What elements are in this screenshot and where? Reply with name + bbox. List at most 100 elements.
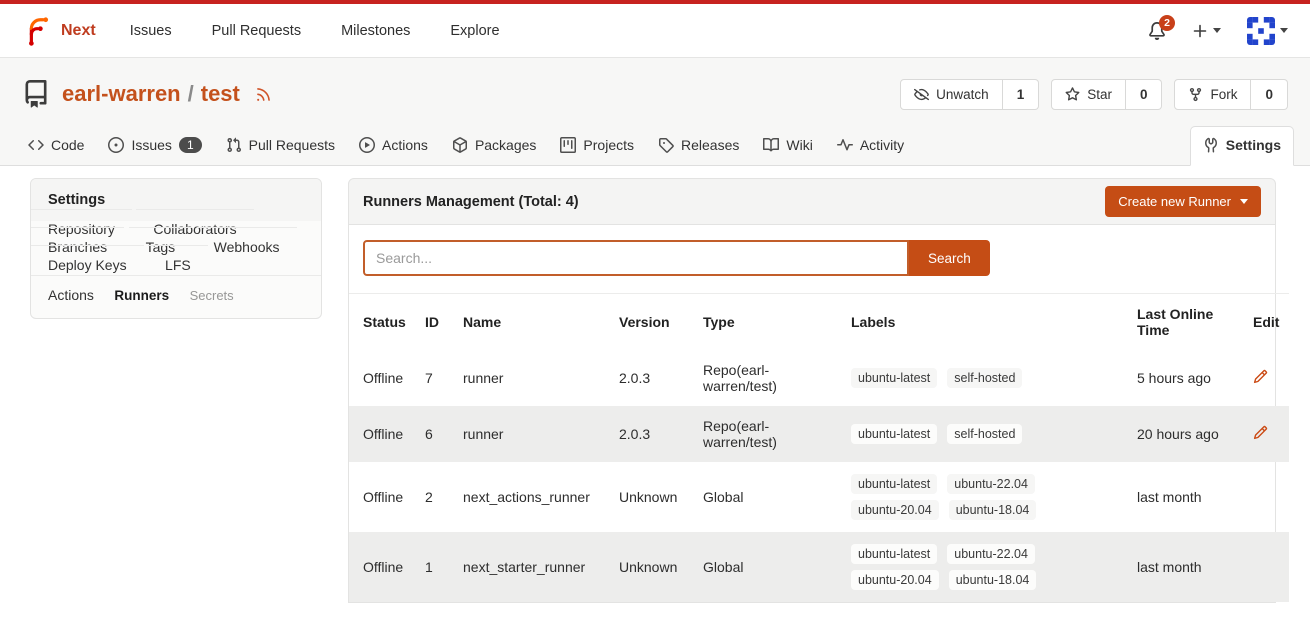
stars-count[interactable]: 0 bbox=[1126, 79, 1163, 110]
label-badge: ubuntu-latest bbox=[851, 368, 937, 388]
pencil-icon bbox=[1253, 425, 1268, 440]
sidebar-item-webhooks[interactable]: Webhooks bbox=[197, 227, 297, 266]
runner-type: Repo(earl-warren/test) bbox=[695, 350, 843, 406]
sidebar-item-lfs[interactable]: LFS bbox=[148, 245, 208, 284]
panel-title: Runners Management (Total: 4) bbox=[363, 194, 579, 210]
tab-code[interactable]: Code bbox=[16, 127, 96, 165]
nav-issues[interactable]: Issues bbox=[130, 23, 172, 39]
tab-issues[interactable]: Issues 1 bbox=[96, 127, 213, 165]
search-input[interactable] bbox=[363, 240, 909, 276]
label-badge: ubuntu-20.04 bbox=[851, 500, 939, 520]
tab-settings[interactable]: Settings bbox=[1190, 126, 1294, 166]
runner-last-online: last month bbox=[1129, 532, 1245, 602]
sidebar-item-secrets[interactable]: Secrets bbox=[174, 288, 234, 303]
navbar-right: 2 bbox=[1148, 17, 1288, 45]
col-version: Version bbox=[611, 294, 695, 351]
star-button[interactable]: Star bbox=[1051, 79, 1126, 110]
table-row: Offline 1 next_starter_runner Unknown Gl… bbox=[349, 532, 1289, 602]
runner-labels: ubuntu-latest ubuntu-22.04 ubuntu-20.04 … bbox=[851, 544, 1121, 590]
runner-name: next_actions_runner bbox=[455, 462, 611, 532]
col-edit: Edit bbox=[1245, 294, 1289, 351]
runner-id: 6 bbox=[417, 406, 455, 462]
watchers-count[interactable]: 1 bbox=[1003, 79, 1040, 110]
table-header-row: Status ID Name Version Type Labels Last … bbox=[349, 294, 1289, 351]
tab-releases[interactable]: Releases bbox=[646, 127, 751, 165]
page-content: Settings Repository Collaborators Branch… bbox=[0, 166, 1310, 623]
nav-milestones[interactable]: Milestones bbox=[341, 23, 410, 39]
runner-type: Global bbox=[695, 462, 843, 532]
top-navbar: Next Issues Pull Requests Milestones Exp… bbox=[0, 4, 1310, 58]
runner-version: 2.0.3 bbox=[611, 406, 695, 462]
runner-id: 7 bbox=[417, 350, 455, 406]
col-type: Type bbox=[695, 294, 843, 351]
tab-activity[interactable]: Activity bbox=[825, 127, 916, 165]
eye-slash-icon bbox=[914, 87, 929, 102]
label-badge: ubuntu-22.04 bbox=[947, 544, 1035, 564]
runner-id: 2 bbox=[417, 462, 455, 532]
runner-labels: ubuntu-latest ubuntu-22.04 ubuntu-20.04 … bbox=[851, 474, 1121, 520]
runner-name: runner bbox=[455, 350, 611, 406]
unwatch-button[interactable]: Unwatch bbox=[900, 79, 1003, 110]
repo-name-link[interactable]: test bbox=[201, 81, 240, 107]
runner-status: Offline bbox=[349, 406, 417, 462]
notifications-button[interactable]: 2 bbox=[1148, 22, 1166, 40]
label-badge: ubuntu-latest bbox=[851, 424, 937, 444]
panel-body: Search Status ID Name Version Type Label… bbox=[348, 225, 1276, 603]
create-new-dropdown[interactable] bbox=[1192, 23, 1221, 39]
runner-id: 1 bbox=[417, 532, 455, 602]
project-board-icon bbox=[560, 137, 576, 153]
runner-version: Unknown bbox=[611, 532, 695, 602]
issue-opened-icon bbox=[108, 137, 124, 153]
caret-down-icon bbox=[1240, 199, 1248, 204]
edit-runner-button[interactable] bbox=[1253, 425, 1268, 440]
star-icon bbox=[1065, 87, 1080, 102]
label-badge: self-hosted bbox=[947, 424, 1022, 444]
instance-title: Next bbox=[61, 22, 96, 40]
tab-actions[interactable]: Actions bbox=[347, 127, 440, 165]
col-name: Name bbox=[455, 294, 611, 351]
runner-version: 2.0.3 bbox=[611, 350, 695, 406]
edit-runner-button[interactable] bbox=[1253, 369, 1268, 384]
col-status: Status bbox=[349, 294, 417, 351]
code-icon bbox=[28, 137, 44, 153]
search-button[interactable]: Search bbox=[909, 240, 990, 276]
notification-count-badge: 2 bbox=[1159, 15, 1175, 31]
tab-projects[interactable]: Projects bbox=[548, 127, 646, 165]
fork-icon bbox=[1188, 87, 1203, 102]
book-icon bbox=[763, 137, 779, 153]
nav-pull-requests[interactable]: Pull Requests bbox=[212, 23, 301, 39]
label-badge: self-hosted bbox=[947, 368, 1022, 388]
tab-pull-requests[interactable]: Pull Requests bbox=[214, 127, 347, 165]
nav-explore[interactable]: Explore bbox=[450, 23, 499, 39]
sidebar-item-actions[interactable]: Actions bbox=[48, 287, 94, 303]
runner-labels: ubuntu-latest self-hosted bbox=[851, 368, 1121, 388]
label-badge: ubuntu-22.04 bbox=[947, 474, 1035, 494]
repo-action-buttons: Unwatch 1 Star 0 Fork bbox=[900, 79, 1288, 110]
plus-icon bbox=[1192, 23, 1208, 39]
create-new-runner-button[interactable]: Create new Runner bbox=[1105, 186, 1261, 217]
rss-icon[interactable] bbox=[255, 86, 272, 103]
tab-wiki[interactable]: Wiki bbox=[751, 127, 824, 165]
tab-packages[interactable]: Packages bbox=[440, 127, 548, 165]
runner-type: Repo(earl-warren/test) bbox=[695, 406, 843, 462]
table-row: Offline 6 runner 2.0.3 Repo(earl-warren/… bbox=[349, 406, 1289, 462]
tools-icon bbox=[1203, 137, 1219, 153]
user-menu[interactable] bbox=[1247, 17, 1288, 45]
play-circle-icon bbox=[359, 137, 375, 153]
sidebar-item-runners[interactable]: Runners bbox=[98, 288, 169, 303]
brand-home-link[interactable]: Next bbox=[22, 16, 96, 46]
pulse-icon bbox=[837, 137, 853, 153]
repo-icon bbox=[22, 80, 50, 108]
sidebar-item-deploy-keys[interactable]: Deploy Keys bbox=[31, 245, 144, 284]
settings-sidebar: Settings Repository Collaborators Branch… bbox=[30, 178, 322, 319]
repo-owner-link[interactable]: earl-warren bbox=[62, 81, 181, 107]
runner-last-online: 20 hours ago bbox=[1129, 406, 1245, 462]
runner-status: Offline bbox=[349, 350, 417, 406]
label-badge: ubuntu-20.04 bbox=[851, 570, 939, 590]
fork-button[interactable]: Fork bbox=[1174, 79, 1251, 110]
runner-type: Global bbox=[695, 532, 843, 602]
forks-count[interactable]: 0 bbox=[1251, 79, 1288, 110]
runners-panel: Runners Management (Total: 4) Create new… bbox=[348, 178, 1276, 603]
label-badge: ubuntu-latest bbox=[851, 544, 937, 564]
runner-status: Offline bbox=[349, 532, 417, 602]
